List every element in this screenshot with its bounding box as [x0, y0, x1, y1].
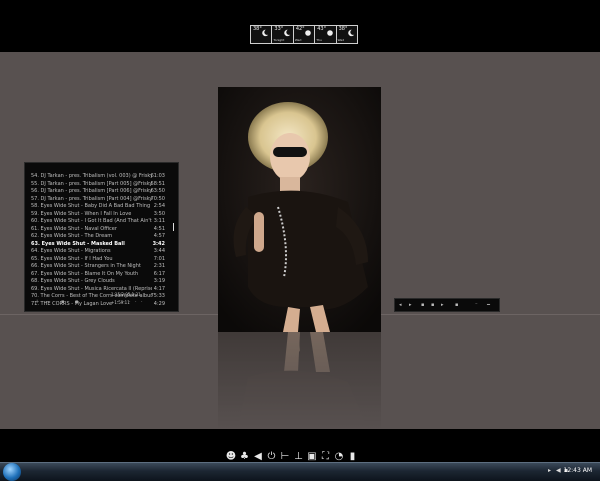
weather-day-name: Thu: [316, 38, 322, 42]
player-controls-panel[interactable]: ◂ ▸ ▪ ▪ ▸ ▪ ⁻ ━: [394, 298, 500, 312]
weather-day-name: Wed: [294, 38, 302, 42]
track-duration: 61:03: [150, 173, 165, 179]
track-duration: 4:57: [153, 233, 165, 239]
moon-icon: [348, 29, 355, 37]
moon-icon: [262, 29, 269, 37]
playlist-row[interactable]: 59. Eyes Wide Shut - When I Fall In Love…: [31, 211, 171, 219]
add-icon[interactable]: +: [35, 298, 39, 306]
weather-day: 33° Tonight: [272, 26, 294, 43]
weather-day: 42° Wed: [294, 26, 316, 43]
track-title: 61. Eyes Wide Shut - Naval Officer: [31, 225, 117, 232]
weather-day: 43° Thu: [315, 26, 337, 43]
start-button[interactable]: [3, 463, 21, 481]
stop-icon[interactable]: ▪: [431, 301, 434, 309]
small-control-icon[interactable]: ·: [117, 298, 119, 306]
next-icon[interactable]: ▸: [441, 301, 444, 309]
track-title: 54. DJ Tarkan - pres. Tribalism (vol. 00…: [31, 173, 152, 179]
prev-icon[interactable]: ◂: [399, 301, 402, 309]
album-art-image[interactable]: [218, 87, 381, 332]
playlist-row[interactable]: 67. Eyes Wide Shut - Blame It On My Yout…: [31, 271, 171, 279]
playlist-row[interactable]: 55. DJ Tarkan - pres. Tribalism [Part 00…: [31, 181, 171, 189]
track-title: 64. Eyes Wide Shut - Migrations: [31, 248, 111, 254]
track-title: 67. Eyes Wide Shut - Blame It On My Yout…: [31, 270, 139, 277]
track-title: 60. Eyes Wide Shut - I Got It Bad (And T…: [31, 218, 152, 224]
track-duration: 6:17: [153, 270, 165, 277]
album-art-reflection: [218, 332, 381, 429]
sun-icon: [305, 30, 312, 36]
album-art-graphic: [218, 87, 381, 332]
weather-day-name: Tonight: [273, 38, 285, 42]
misc-icon[interactable]: ▪: [75, 298, 78, 306]
taskbar: ▸ ◀ ▪ 12:43 AM: [0, 462, 600, 481]
playlist-row[interactable]: 62. Eyes Wide Shut - The Dream 4:57: [31, 233, 171, 241]
track-title: 66. Eyes Wide Shut - Strangers in The Ni…: [31, 263, 141, 269]
remove-icon[interactable]: −: [45, 298, 49, 306]
weather-widget[interactable]: 38° 33° Tonight 42° Wed 43° Thu 38° Wed: [250, 25, 358, 44]
playlist-info-line: 1:15/2:05:1:31: [111, 292, 141, 297]
system-tray: ▸ ◀ ▪ 12:43 AM: [546, 463, 600, 481]
track-duration: 3:19: [153, 278, 165, 284]
playlist-row[interactable]: 66. Eyes Wide Shut - Strangers in The Ni…: [31, 263, 171, 271]
playlist-row[interactable]: 64. Eyes Wide Shut - Migrations 3:44: [31, 248, 171, 256]
playlist-scrollbar[interactable]: [173, 223, 174, 231]
track-duration: 3:11: [153, 218, 165, 224]
playlist-controls: + − ▪ ▪ · · · · ·: [31, 298, 171, 306]
playlist-list: 54. DJ Tarkan - pres. Tribalism (vol. 00…: [31, 173, 171, 308]
small-control-icon[interactable]: ·: [123, 298, 125, 306]
weather-day-name: Wed: [337, 38, 345, 42]
clock[interactable]: 12:43 AM: [564, 467, 592, 474]
track-duration: 3:44: [153, 248, 165, 254]
playlist-row[interactable]: 57. DJ Tarkan - pres. Tribalism [Part 00…: [31, 196, 171, 204]
playlist-row[interactable]: 60. Eyes Wide Shut - I Got It Bad (And T…: [31, 218, 171, 226]
playlist-row[interactable]: 65. Eyes Wide Shut - If I Had You 7:01: [31, 256, 171, 264]
seek-icon[interactable]: ━: [487, 301, 490, 309]
track-title: 63. Eyes Wide Shut - Masked Ball: [31, 240, 125, 247]
small-control-icon[interactable]: ·: [129, 298, 131, 306]
track-duration: 4:17: [153, 285, 165, 292]
top-bar: 38° 33° Tonight 42° Wed 43° Thu 38° Wed: [0, 0, 600, 52]
playlist-row[interactable]: 61. Eyes Wide Shut - Naval Officer 4:51: [31, 226, 171, 234]
track-duration: 2:54: [153, 203, 165, 209]
track-duration: 3:42: [152, 240, 165, 247]
playlist-row[interactable]: 68. Eyes Wide Shut - Grey Clouds 3:19: [31, 278, 171, 286]
expand-tray-icon[interactable]: ▸: [548, 467, 556, 475]
playlist-row[interactable]: 69. Eyes Wide Shut - Musica Ricercata II…: [31, 286, 171, 294]
volume-icon[interactable]: ⁻: [475, 301, 478, 309]
playlist-row[interactable]: 54. DJ Tarkan - pres. Tribalism (vol. 00…: [31, 173, 171, 181]
track-title: 58. Eyes Wide Shut - Baby Did A Bad Bad …: [31, 203, 151, 209]
track-title: 68. Eyes Wide Shut - Grey Clouds: [31, 278, 115, 284]
track-duration: 2:31: [153, 263, 165, 269]
pause-icon[interactable]: ▪: [421, 301, 424, 309]
reflection-fade: [218, 332, 381, 429]
playlist-row[interactable]: 56. DJ Tarkan - pres. Tribalism [Part 00…: [31, 188, 171, 196]
track-duration: 3:50: [153, 210, 165, 217]
track-title: 55. DJ Tarkan - pres. Tribalism [Part 00…: [31, 180, 152, 187]
track-duration: 70:50: [150, 195, 165, 202]
small-control-icon[interactable]: ·: [135, 298, 137, 306]
sun-icon: [326, 30, 333, 36]
playlist-row[interactable]: 58. Eyes Wide Shut - Baby Did A Bad Bad …: [31, 203, 171, 211]
track-title: 57. DJ Tarkan - pres. Tribalism [Part 00…: [31, 195, 152, 202]
track-duration: 7:01: [153, 255, 165, 262]
playlist-row[interactable]: 63. Eyes Wide Shut - Masked Ball 3:42: [31, 241, 171, 249]
track-title: 59. Eyes Wide Shut - When I Fall In Love: [31, 210, 132, 217]
track-duration: 58:51: [150, 180, 165, 187]
weather-day: 38°: [251, 26, 273, 43]
moon-icon: [284, 29, 291, 37]
playlist-panel[interactable]: 54. DJ Tarkan - pres. Tribalism (vol. 00…: [24, 162, 179, 312]
track-duration: 63:50: [150, 188, 165, 194]
play-icon[interactable]: ▸: [409, 301, 412, 309]
small-control-icon[interactable]: ·: [141, 298, 143, 306]
weather-day: 38° Wed: [337, 26, 357, 43]
select-icon[interactable]: ▪: [61, 298, 64, 306]
track-title: 56. DJ Tarkan - pres. Tribalism [Part 00…: [31, 188, 152, 194]
eject-icon[interactable]: ▪: [455, 301, 458, 309]
track-duration: 4:51: [153, 225, 165, 232]
track-title: 62. Eyes Wide Shut - The Dream: [31, 233, 113, 239]
track-title: 65. Eyes Wide Shut - If I Had You: [31, 255, 113, 262]
desktop-stage: 54. DJ Tarkan - pres. Tribalism (vol. 00…: [0, 52, 600, 429]
